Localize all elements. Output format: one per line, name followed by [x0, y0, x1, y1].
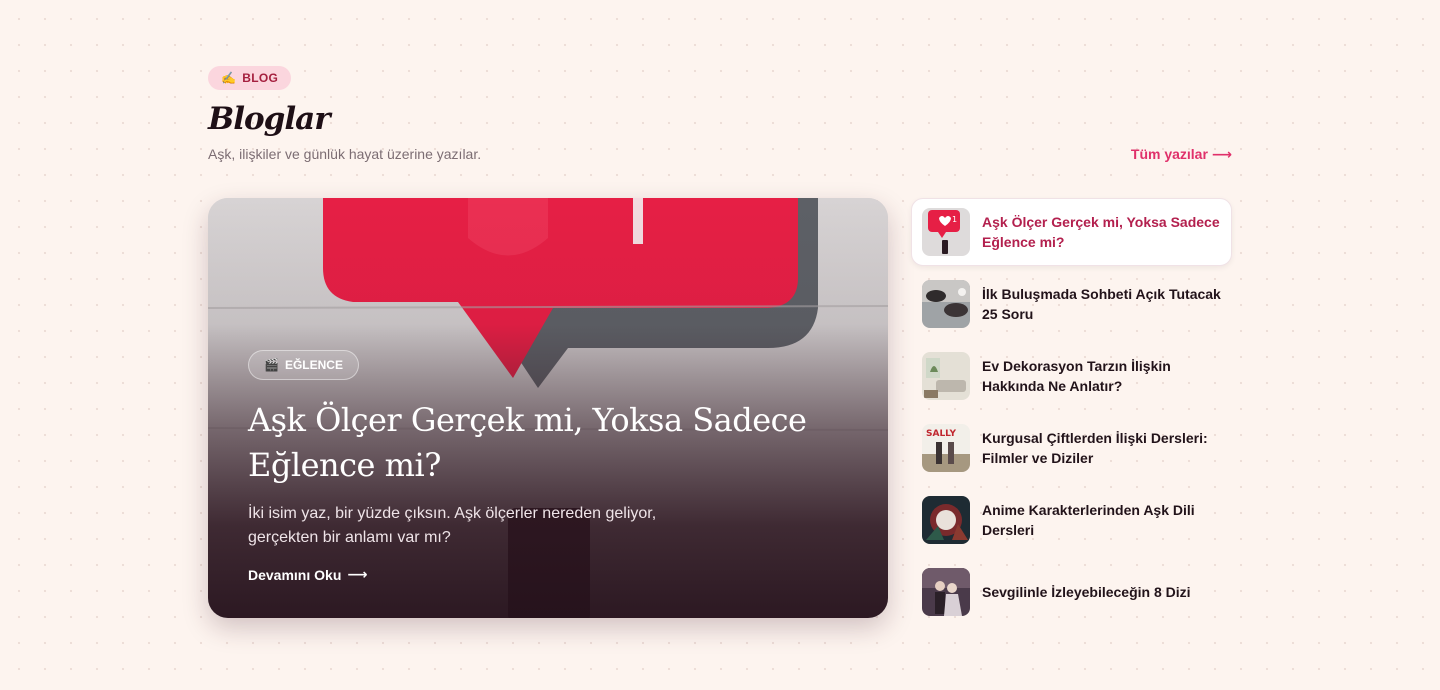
arrow-right-icon: ⟶	[1211, 145, 1232, 162]
side-post-list: 1 Aşk Ölçer Gerçek mi, Yoksa Sadece Eğle…	[911, 198, 1232, 630]
all-posts-label: Tüm yazılar	[1130, 146, 1208, 162]
all-posts-link[interactable]: Tüm yazılar ⟶	[1131, 146, 1232, 163]
subtitle-row: Aşk, ilişkiler ve günlük hayat üzerine y…	[208, 143, 1232, 165]
blog-badge-label: BLOG	[242, 71, 279, 85]
category-label: EĞLENCE	[284, 358, 343, 372]
side-post-title: Sevgilinle İzleyebileceğin 8 Dizi	[982, 584, 1191, 600]
writing-hand-icon: ✍️	[221, 71, 237, 85]
featured-post-title[interactable]: Aşk Ölçer Gerçek mi, Yoksa Sadece Eğlenc…	[248, 398, 848, 488]
page-subtitle: Aşk, ilişkiler ve günlük hayat üzerine y…	[208, 146, 482, 162]
featured-post-text: 🎬 EĞLENCE Aşk Ölçer Gerçek mi, Yoksa Sad…	[248, 350, 848, 583]
blog-section: ✍️ BLOG Bloglar Aşk, ilişkiler ve günlük…	[208, 66, 1232, 618]
side-post-item[interactable]: 1 Aşk Ölçer Gerçek mi, Yoksa Sadece Eğle…	[911, 198, 1232, 266]
side-post-title: Anime Karakterlerinden Aşk Dili Dersleri	[982, 502, 1195, 538]
read-more-link[interactable]: Devamını Oku ⟶	[248, 566, 848, 583]
side-post-title: Kurgusal Çiftlerden İlişki Dersleri: Fil…	[982, 430, 1208, 466]
side-post-title: Aşk Ölçer Gerçek mi, Yoksa Sadece Eğlenc…	[982, 214, 1220, 250]
featured-post-description: İki isim yaz, bir yüzde çıksın. Aşk ölçe…	[248, 505, 657, 546]
category-pill[interactable]: 🎬 EĞLENCE	[248, 350, 359, 380]
blog-content: 🎬 EĞLENCE Aşk Ölçer Gerçek mi, Yoksa Sad…	[208, 198, 1232, 618]
clapper-icon: 🎬	[264, 358, 279, 372]
first-date-thumb	[922, 280, 970, 328]
home-decor-thumb	[922, 352, 970, 400]
svg-text:1: 1	[952, 215, 957, 224]
blog-badge: ✍️ BLOG	[208, 66, 292, 90]
anime-thumb	[922, 496, 970, 544]
read-more-label: Devamını Oku	[248, 566, 342, 583]
side-post-item[interactable]: İlk Buluşmada Sohbeti Açık Tutacak 25 So…	[911, 270, 1232, 338]
side-post-title: İlk Buluşmada Sohbeti Açık Tutacak 25 So…	[982, 286, 1221, 322]
svg-text:SALLY: SALLY	[926, 429, 957, 439]
love-meter-thumb: 1	[922, 208, 970, 256]
series-couple-thumb	[922, 568, 970, 616]
movie-poster-thumb: SALLY	[922, 424, 970, 472]
side-post-item[interactable]: SALLY Kurgusal Çiftlerden İlişki Dersler…	[911, 414, 1232, 482]
side-post-title: Ev Dekorasyon Tarzın İlişkin Hakkında Ne…	[982, 358, 1171, 394]
side-post-item[interactable]: Sevgilinle İzleyebileceğin 8 Dizi	[911, 558, 1232, 626]
page-title: Bloglar	[208, 101, 331, 137]
side-post-item[interactable]: Ev Dekorasyon Tarzın İlişkin Hakkında Ne…	[911, 342, 1232, 410]
arrow-right-icon: ⟶	[347, 566, 368, 582]
featured-post-card[interactable]: 🎬 EĞLENCE Aşk Ölçer Gerçek mi, Yoksa Sad…	[208, 198, 888, 618]
side-post-item[interactable]: Anime Karakterlerinden Aşk Dili Dersleri	[911, 486, 1232, 554]
